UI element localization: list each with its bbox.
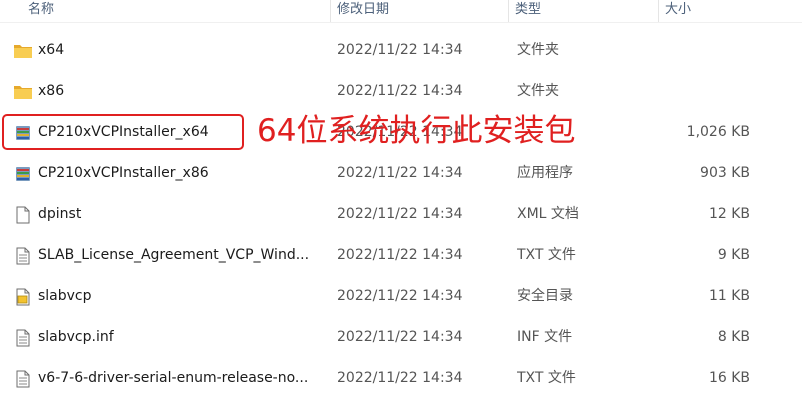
file-name: v6-7-6-driver-serial-enum-release-no...	[38, 370, 309, 386]
file-row[interactable]: x64 2022/11/22 14:34 文件夹	[0, 30, 802, 71]
file-type: 文件夹	[517, 83, 559, 99]
file-size	[650, 71, 750, 112]
folder-icon	[14, 45, 32, 58]
file-date: 2022/11/22 14:34	[337, 165, 463, 181]
file-type: INF 文件	[517, 329, 573, 345]
file-name: slabvcp	[38, 288, 92, 304]
column-header-date[interactable]: 修改日期	[330, 0, 508, 22]
file-row[interactable]: x86 2022/11/22 14:34 文件夹	[0, 71, 802, 112]
column-header-type[interactable]: 类型	[508, 0, 658, 22]
column-header-size[interactable]: 大小	[658, 0, 758, 22]
installer-icon	[16, 126, 30, 140]
file-size: 1,026 KB	[686, 124, 750, 140]
file-type	[517, 112, 657, 153]
file-type: 文件夹	[517, 42, 559, 58]
text-file-icon	[16, 247, 30, 265]
file-size: 903 KB	[700, 165, 750, 181]
file-date: 2022/11/22 14:34	[337, 42, 463, 58]
file-row[interactable]: SLAB_License_Agreement_VCP_Wind... 2022/…	[0, 235, 802, 276]
file-size	[650, 30, 750, 71]
file-size: 16 KB	[708, 370, 750, 386]
file-row[interactable]: dpinst 2022/11/22 14:34 XML 文档 12 KB	[0, 194, 802, 235]
file-row[interactable]: CP210xVCPInstaller_x86 2022/11/22 14:34 …	[0, 153, 802, 194]
file-name: dpinst	[38, 206, 82, 222]
file-date: 2022/11/22 14:34	[337, 124, 463, 140]
file-date: 2022/11/22 14:34	[337, 206, 463, 222]
file-date: 2022/11/22 14:34	[337, 288, 463, 304]
file-name: x64	[38, 42, 65, 58]
file-type: TXT 文件	[517, 247, 576, 263]
file-size: 12 KB	[708, 206, 750, 222]
file-name: x86	[38, 83, 65, 99]
text-file-icon	[16, 370, 30, 388]
folder-icon	[14, 86, 32, 99]
file-row[interactable]: slabvcp.inf 2022/11/22 14:34 INF 文件 8 KB	[0, 317, 802, 358]
file-type: 安全目录	[517, 288, 573, 304]
column-header-bar: 名称 修改日期 类型 大小	[0, 0, 802, 23]
file-date: 2022/11/22 14:34	[337, 370, 463, 386]
column-header-name[interactable]: 名称	[22, 0, 330, 22]
file-size: 11 KB	[708, 288, 750, 304]
file-date: 2022/11/22 14:34	[337, 83, 463, 99]
file-type: XML 文档	[517, 206, 579, 222]
file-name: CP210xVCPInstaller_x86	[38, 165, 209, 181]
file-date: 2022/11/22 14:34	[337, 329, 463, 345]
text-file-icon	[16, 329, 30, 347]
security-catalog-icon	[16, 288, 30, 306]
file-name: CP210xVCPInstaller_x64	[38, 124, 209, 140]
document-icon	[16, 206, 30, 224]
file-date: 2022/11/22 14:34	[337, 247, 463, 263]
file-row[interactable]: v6-7-6-driver-serial-enum-release-no... …	[0, 358, 802, 399]
file-type: 应用程序	[517, 165, 573, 181]
installer-icon	[16, 167, 30, 181]
file-size: 9 KB	[717, 247, 750, 263]
file-name: slabvcp.inf	[38, 329, 114, 345]
file-size: 8 KB	[717, 329, 750, 345]
file-type: TXT 文件	[517, 370, 576, 386]
file-row[interactable]: slabvcp 2022/11/22 14:34 安全目录 11 KB	[0, 276, 802, 317]
file-row[interactable]: CP210xVCPInstaller_x64 2022/11/22 14:34 …	[0, 112, 802, 153]
file-name: SLAB_License_Agreement_VCP_Wind...	[38, 247, 310, 263]
